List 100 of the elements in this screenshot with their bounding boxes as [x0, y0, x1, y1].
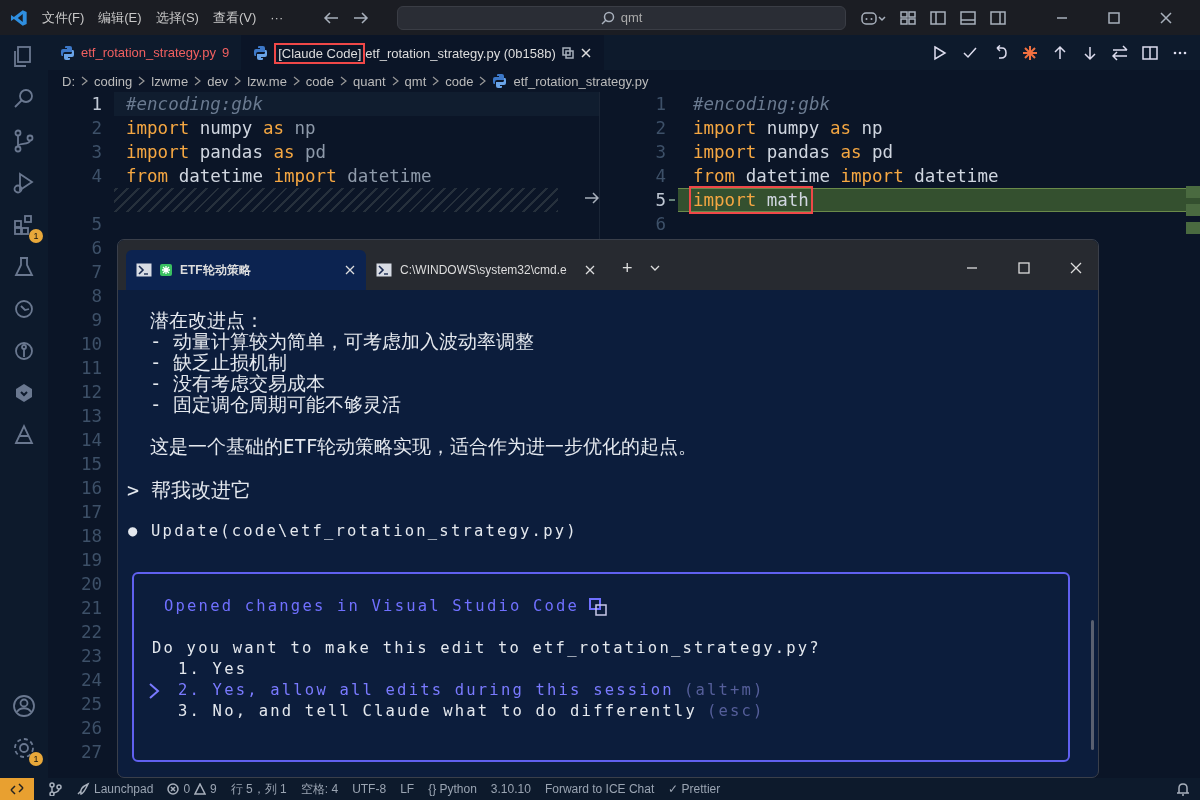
terminal-tab[interactable]: ETF轮动策略 — [126, 250, 366, 290]
copilot-icon[interactable] — [860, 9, 886, 26]
breadcrumb-item[interactable]: dev — [207, 73, 229, 89]
status-item[interactable]: Launchpad — [94, 782, 154, 796]
warning-count[interactable]: 9 — [210, 782, 217, 796]
breadcrumb-item[interactable]: etf_rotation_strategy.py — [513, 73, 649, 89]
dialog-option[interactable]: 1. Yes — [162, 659, 1068, 680]
close-icon[interactable] — [344, 264, 356, 276]
breadcrumb-item[interactable]: lzwme — [151, 73, 189, 89]
line-number: 2 — [90, 118, 102, 138]
close-icon[interactable] — [579, 47, 592, 59]
flask-icon[interactable] — [12, 255, 36, 279]
terminal-text: - 固定调仓周期可能不够灵活 — [149, 394, 402, 415]
dialog-option[interactable]: 3. No, and tell Claude what to do differently (esc) — [162, 701, 1068, 722]
status-item[interactable]: LF — [400, 782, 415, 796]
breadcrumb-item[interactable]: coding — [94, 73, 133, 89]
menu-item[interactable]: 查看(V) — [212, 8, 257, 27]
status-item[interactable]: {} Python — [428, 782, 477, 796]
error-count[interactable]: 0 — [183, 782, 191, 796]
git-branch-icon[interactable] — [48, 782, 62, 796]
terminal-text: - 缺乏止损机制 — [149, 352, 288, 373]
status-item[interactable]: 行 5，列 1 — [230, 780, 287, 798]
layout-icon[interactable] — [900, 9, 916, 26]
new-tab-button[interactable]: + — [622, 257, 633, 279]
code-token: datetime — [745, 166, 830, 186]
prompt-line: > 帮我改进它 — [126, 478, 253, 502]
swap-icon[interactable] — [1112, 44, 1128, 61]
panel-toggle-icon[interactable] — [960, 9, 976, 26]
sidebar-toggle-icon[interactable] — [930, 9, 946, 26]
breadcrumb-item[interactable]: code — [445, 73, 474, 89]
app-logo-icon — [10, 8, 28, 27]
more-menu[interactable]: ··· — [270, 10, 284, 25]
search-icon — [600, 10, 615, 25]
line-number: 27 — [79, 742, 102, 762]
editor-tab[interactable]: [Claude Code] etf_rotation_strategy.py (0b158b) — [241, 35, 604, 70]
secondary-sidebar-icon[interactable] — [990, 9, 1006, 26]
breadcrumb-item[interactable]: qmt — [404, 73, 427, 89]
status-item[interactable]: UTF-8 — [352, 782, 387, 796]
highlight-box: [Claude Code] — [274, 42, 366, 64]
line-number: 4 — [90, 166, 102, 186]
chevron-icon — [234, 76, 242, 86]
dialog-option[interactable]: 2. Yes, allow all edits during this session (alt+m) — [162, 680, 1068, 701]
code-token: numpy — [766, 118, 820, 138]
menu-item[interactable]: 选择(S) — [155, 8, 199, 27]
run-icon[interactable] — [932, 44, 948, 61]
settings-icon[interactable] — [12, 736, 36, 760]
maximize-icon[interactable] — [1108, 11, 1120, 24]
line-number: 17 — [79, 502, 102, 522]
run-debug-icon[interactable] — [12, 171, 36, 195]
code-token: np — [861, 118, 883, 138]
error-icon — [167, 783, 180, 795]
python-file-icon — [253, 45, 269, 61]
line-number: 5 — [654, 190, 666, 210]
notification-badge: 1 — [29, 229, 43, 243]
code-token: pd — [872, 142, 894, 162]
maximize-icon[interactable] — [1018, 262, 1030, 274]
split-editor-icon[interactable] — [1142, 44, 1158, 61]
menu-item[interactable]: 编辑(E) — [98, 8, 142, 27]
status-item[interactable]: 3.10.10 — [490, 782, 531, 796]
status-item[interactable]: 空格: 4 — [300, 780, 339, 798]
code-token: pandas — [199, 142, 263, 162]
notification-badge: 1 — [29, 752, 43, 766]
line-number: 18 — [79, 526, 102, 546]
bell-icon[interactable] — [1176, 782, 1190, 796]
terminal-tab[interactable]: C:\WINDOWS\system32\cmd.e — [366, 250, 606, 290]
line-number: 1 — [90, 94, 102, 114]
chevron-icon — [292, 76, 300, 86]
sparkle-icon[interactable] — [1022, 44, 1038, 61]
breadcrumb-item[interactable]: code — [305, 73, 335, 89]
split-diff-icon[interactable] — [561, 47, 574, 59]
chevron-icon — [81, 76, 88, 86]
search-field[interactable]: qmt — [397, 5, 846, 30]
code-token: import — [840, 166, 904, 186]
back-arrow-icon[interactable] — [323, 10, 340, 25]
source-control-icon[interactable] — [12, 129, 36, 153]
line-number: 16 — [79, 478, 102, 498]
breadcrumb-item[interactable]: lzw.me — [247, 73, 287, 89]
arrow-up-icon[interactable] — [1052, 44, 1068, 61]
status-item[interactable]: Forward to ICE Chat — [544, 782, 655, 796]
code-token: as — [273, 142, 295, 162]
status-item[interactable]: ✓ Prettier — [668, 782, 721, 796]
menu-item[interactable]: 文件(F) — [41, 8, 85, 27]
close-icon[interactable] — [1160, 11, 1172, 24]
account-icon[interactable] — [12, 694, 36, 718]
arrow-down-icon[interactable] — [1082, 44, 1098, 61]
terminal-tab-title: ETF轮动策略 — [180, 261, 252, 279]
close-icon[interactable] — [584, 264, 596, 276]
line-number: 14 — [79, 430, 102, 450]
breadcrumb-item[interactable]: D: — [62, 73, 75, 89]
arrow-right-icon[interactable] — [584, 191, 599, 205]
terminal-text: - 动量计算较为简单，可考虑加入波动率调整 — [149, 331, 535, 352]
status-icon — [160, 264, 172, 276]
line-number: 3 — [90, 142, 102, 162]
breadcrumb-item[interactable]: quant — [353, 73, 386, 89]
close-icon[interactable] — [1070, 262, 1082, 274]
forward-arrow-icon[interactable] — [353, 10, 370, 25]
code-token: import — [126, 142, 190, 162]
line-number: 20 — [79, 574, 102, 594]
line-number: 12 — [79, 382, 102, 402]
remote-button[interactable] — [0, 778, 34, 800]
